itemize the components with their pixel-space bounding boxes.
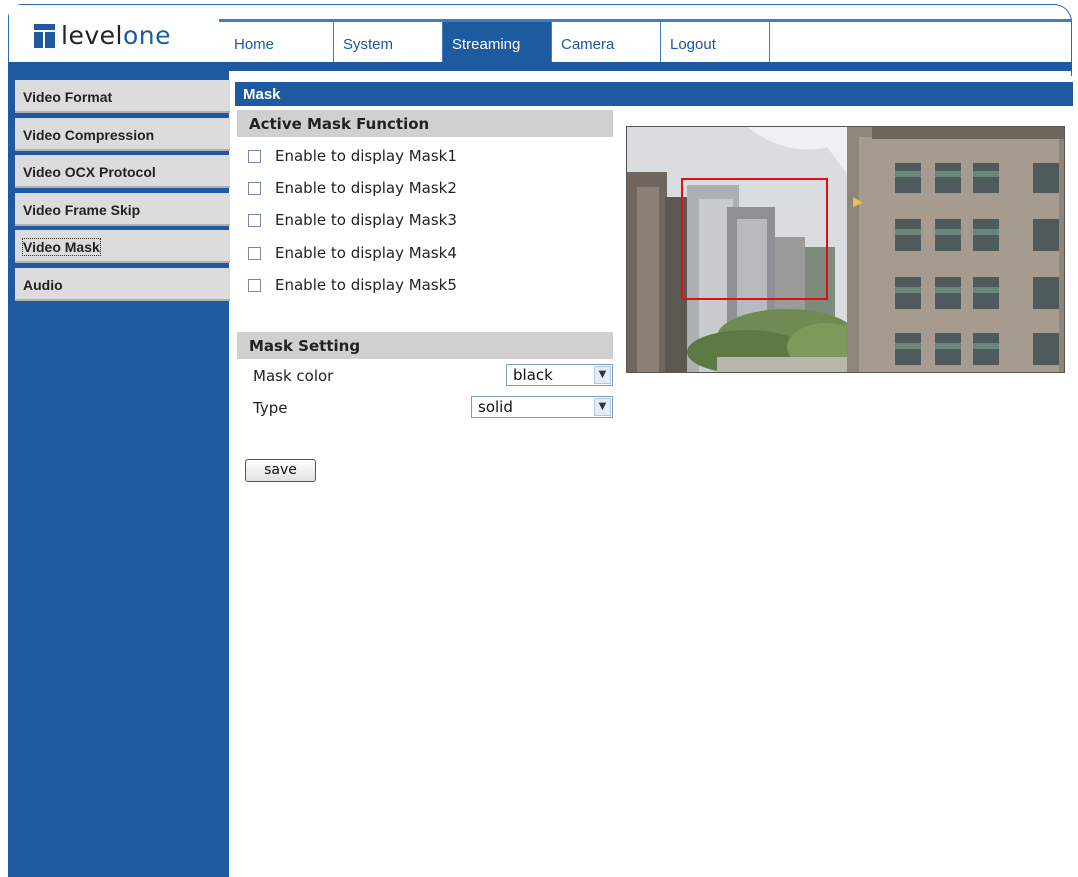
checkbox-icon[interactable] — [248, 213, 261, 227]
sidebar-item-label: Video Frame Skip — [23, 202, 141, 218]
mask-color-label: Mask color — [253, 367, 334, 385]
main-nav: Home System Streaming Camera Logout — [225, 22, 1063, 62]
tab-streaming[interactable]: Streaming — [443, 22, 552, 62]
save-button[interactable]: save — [245, 459, 316, 482]
header-bar — [8, 62, 1072, 71]
mask5-label: Enable to display Mask5 — [275, 276, 457, 294]
tab-home[interactable]: Home — [225, 22, 334, 62]
logo-text-main: level — [61, 21, 123, 50]
mask3-checkbox-row[interactable]: Enable to display Mask3 — [248, 211, 457, 229]
sidebar-item-video-frame-skip[interactable]: Video Frame Skip — [15, 193, 230, 226]
sidebar-item-label: Video Compression — [23, 127, 155, 143]
mask-color-select[interactable]: black ▼ — [506, 364, 613, 386]
sidebar-item-label: Audio — [23, 277, 63, 293]
sidebar-item-label: Video Mask — [22, 238, 101, 256]
tab-logout[interactable]: Logout — [661, 22, 770, 62]
mask-color-value: black — [513, 366, 553, 384]
mask1-label: Enable to display Mask1 — [275, 147, 457, 165]
tab-system[interactable]: System — [334, 22, 443, 62]
sidebar-item-video-compression[interactable]: Video Compression — [15, 118, 230, 151]
sidebar-item-video-format[interactable]: Video Format — [15, 80, 230, 113]
tab-camera[interactable]: Camera — [552, 22, 661, 62]
chevron-down-icon[interactable]: ▼ — [594, 398, 611, 416]
mask4-checkbox-row[interactable]: Enable to display Mask4 — [248, 244, 457, 262]
active-mask-heading: Active Mask Function — [237, 110, 613, 137]
type-label: Type — [253, 399, 288, 417]
checkbox-icon[interactable] — [248, 246, 261, 260]
tabbar-spacer — [770, 22, 1063, 62]
mask4-label: Enable to display Mask4 — [275, 244, 457, 262]
page-title: Mask — [235, 82, 1073, 106]
checkbox-icon[interactable] — [248, 181, 261, 195]
mask1-checkbox-row[interactable]: Enable to display Mask1 — [248, 147, 457, 165]
mask3-label: Enable to display Mask3 — [275, 211, 457, 229]
logo-mark-icon — [34, 23, 56, 48]
mask5-checkbox-row[interactable]: Enable to display Mask5 — [248, 276, 457, 294]
sidebar-item-audio[interactable]: Audio — [15, 268, 230, 301]
mask2-checkbox-row[interactable]: Enable to display Mask2 — [248, 179, 457, 197]
checkbox-icon[interactable] — [248, 278, 261, 292]
sidebar-item-video-mask[interactable]: Video Mask — [15, 230, 230, 263]
logo-text-accent: one — [122, 21, 171, 50]
sidebar-item-label: Video OCX Protocol — [23, 164, 156, 180]
sidebar-item-video-ocx-protocol[interactable]: Video OCX Protocol — [15, 155, 230, 188]
camera-preview[interactable] — [626, 126, 1065, 373]
chevron-down-icon[interactable]: ▼ — [594, 366, 611, 384]
mask-region-outline[interactable] — [681, 178, 828, 300]
sidebar: Video Format Video Compression Video OCX… — [8, 71, 230, 877]
mask-setting-heading: Mask Setting — [237, 332, 613, 359]
brand-logo: levelone — [34, 23, 171, 48]
mask2-label: Enable to display Mask2 — [275, 179, 457, 197]
sidebar-item-label: Video Format — [23, 89, 113, 105]
type-value: solid — [478, 398, 513, 416]
type-select[interactable]: solid ▼ — [471, 396, 613, 418]
checkbox-icon[interactable] — [248, 149, 261, 163]
